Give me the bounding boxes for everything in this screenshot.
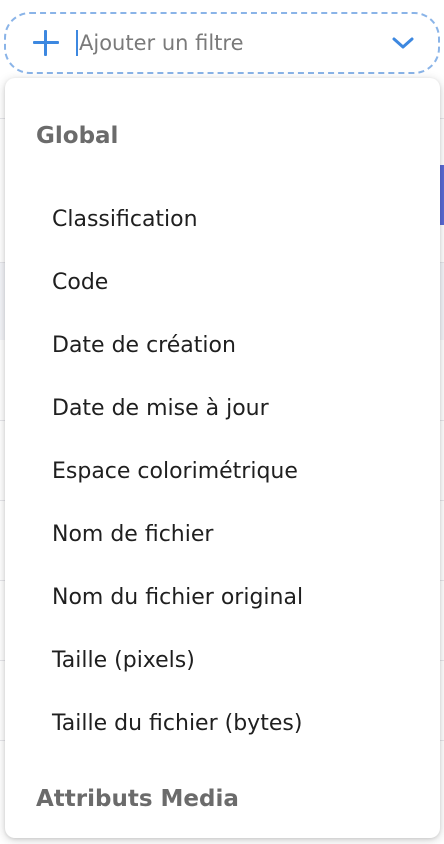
- option-date-de-creation[interactable]: Date de création: [5, 317, 440, 373]
- option-nom-de-fichier[interactable]: Nom de fichier: [5, 506, 440, 562]
- group-header-global: Global: [36, 123, 119, 149]
- option-nom-du-fichier-original[interactable]: Nom du fichier original: [5, 569, 440, 625]
- option-taille-pixels[interactable]: Taille (pixels): [5, 632, 440, 688]
- option-taille-du-fichier-bytes[interactable]: Taille du fichier (bytes): [5, 695, 440, 751]
- filter-dropdown: Global Classification Code Date de créat…: [5, 78, 440, 838]
- text-caret: [76, 30, 78, 56]
- option-espace-colorimetrique[interactable]: Espace colorimétrique: [5, 443, 440, 499]
- page: Ajouter un filtre Global Classification …: [0, 0, 444, 844]
- option-date-de-mise-a-jour[interactable]: Date de mise à jour: [5, 380, 440, 436]
- filter-placeholder[interactable]: Ajouter un filtre: [79, 31, 390, 55]
- plus-icon[interactable]: [30, 27, 62, 59]
- option-code[interactable]: Code: [5, 254, 440, 310]
- add-filter-input[interactable]: Ajouter un filtre: [4, 12, 440, 74]
- option-classification[interactable]: Classification: [5, 191, 440, 247]
- group-header-attributs-media: Attributs Media: [36, 786, 239, 812]
- chevron-down-icon[interactable]: [390, 34, 416, 52]
